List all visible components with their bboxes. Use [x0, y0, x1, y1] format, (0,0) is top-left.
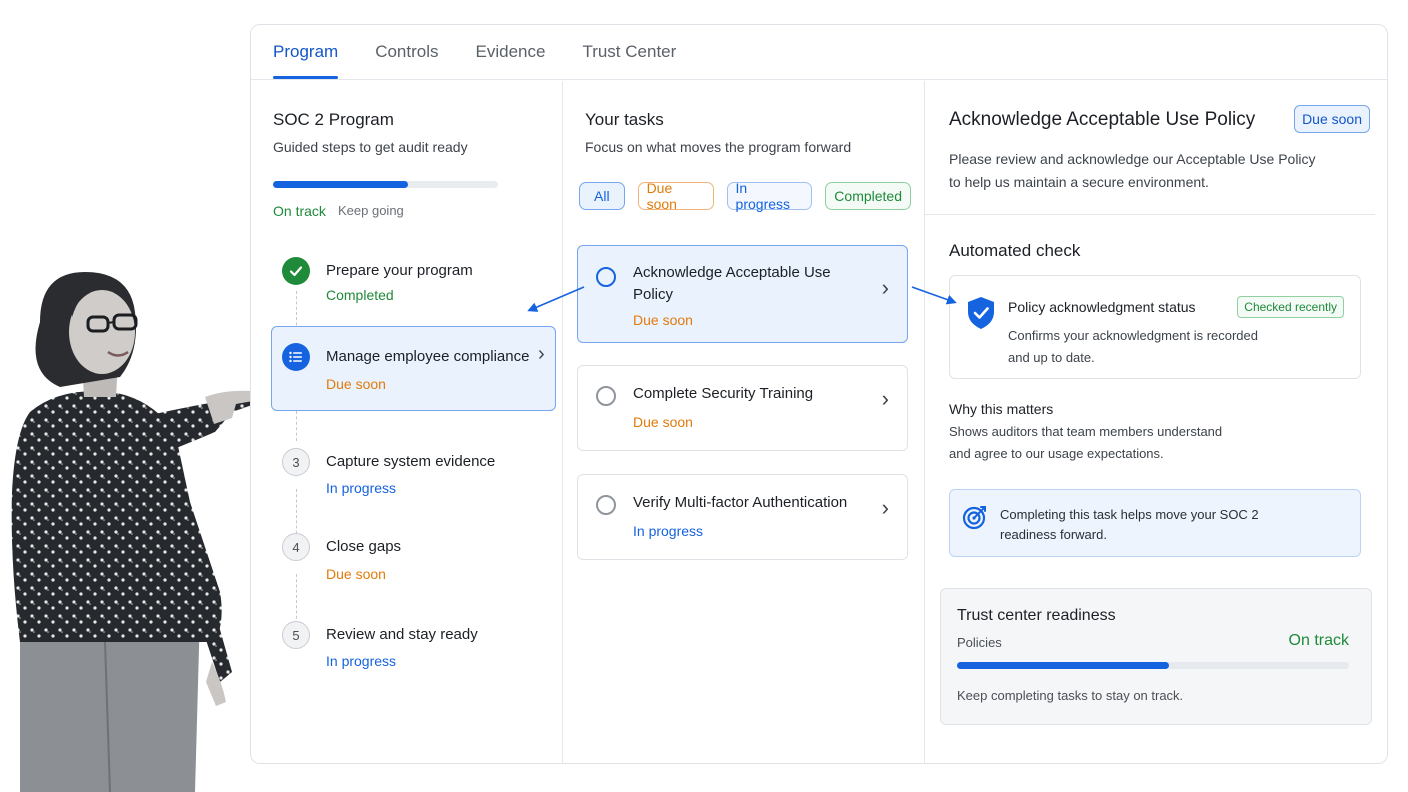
- check-description-line: and up to date.: [1008, 350, 1095, 365]
- why-line: Shows auditors that team members underst…: [949, 424, 1223, 439]
- step-status: Due soon: [326, 566, 386, 582]
- task-title: Verify Multi-factor Authentication: [633, 494, 848, 511]
- person-pointing-illustration: [11, 272, 264, 792]
- tasks-subtitle: Focus on what moves the program forward: [585, 139, 852, 155]
- due-soon-badge: Due soon: [1294, 105, 1370, 133]
- step-number: 5: [282, 621, 310, 649]
- program-column: SOC 2 Program Guided steps to get audit …: [251, 81, 563, 763]
- step-title: Close gaps: [326, 538, 402, 555]
- step-title: Manage employee compliance: [326, 348, 530, 365]
- step-title: Review and stay ready: [326, 626, 478, 643]
- check-icon: [282, 257, 310, 285]
- program-subtitle: Guided steps to get audit ready: [273, 139, 468, 155]
- why-heading: Why this matters: [949, 401, 1054, 417]
- automated-check-card: Policy acknowledgment status Checked rec…: [949, 275, 1361, 379]
- info-line: readiness forward.: [1000, 527, 1107, 542]
- program-status: On track: [273, 203, 326, 219]
- filter-all-chip[interactable]: All: [579, 182, 625, 210]
- filter-completed-chip[interactable]: Completed: [825, 182, 911, 210]
- task-card[interactable]: Complete Security Training Due soon ›: [577, 365, 908, 451]
- check-description-line: Confirms your acknowledgment is recorded: [1008, 328, 1258, 343]
- step-connector: [296, 411, 297, 441]
- tab-bar: Program Controls Evidence Trust Center: [251, 25, 1387, 80]
- trust-progress-fill: [957, 662, 1169, 669]
- task-card[interactable]: Verify Multi-factor Authentication In pr…: [577, 474, 908, 560]
- detail-description-line: to help us maintain a secure environment…: [949, 174, 1209, 190]
- task-card-selected[interactable]: Acknowledge Acceptable Use Policy Due so…: [577, 245, 908, 343]
- detail-column: Acknowledge Acceptable Use Policy Due so…: [925, 81, 1387, 763]
- trust-progress-bar: [957, 662, 1349, 669]
- automated-check-heading: Automated check: [949, 241, 1081, 260]
- trust-label: Policies: [957, 635, 1002, 650]
- step-status: In progress: [326, 653, 397, 669]
- list-icon: [282, 343, 310, 371]
- task-status: Due soon: [633, 414, 693, 430]
- trust-status: On track: [1288, 632, 1349, 649]
- target-icon: [962, 504, 988, 535]
- task-filters: All Due soon In progress Completed: [579, 180, 924, 212]
- filter-due-soon-chip[interactable]: Due soon: [637, 180, 714, 212]
- info-card: Completing this task helps move your SOC…: [949, 489, 1361, 557]
- step-connector: [296, 489, 297, 539]
- chevron-right-icon: ›: [538, 343, 545, 365]
- program-progress-fill: [273, 181, 408, 188]
- trust-title: Trust center readiness: [957, 607, 1116, 624]
- trust-readiness-card: Trust center readiness Policies On track…: [940, 588, 1372, 725]
- trust-note: Keep completing tasks to stay on track.: [957, 688, 1184, 703]
- detail-title: Acknowledge Acceptable Use Policy: [949, 109, 1256, 130]
- checked-recently-badge: Checked recently: [1237, 296, 1344, 318]
- detail-description-line: Please review and acknowledge our Accept…: [949, 151, 1316, 167]
- step-title: Capture system evidence: [326, 453, 496, 470]
- step-status: In progress: [326, 480, 397, 496]
- task-title: Complete Security Training: [633, 385, 814, 402]
- task-radio[interactable]: [596, 267, 616, 287]
- shield-check-icon: [966, 296, 996, 335]
- task-title: Acknowledge Acceptable Use Policy: [633, 264, 831, 303]
- tab-evidence[interactable]: Evidence: [476, 25, 546, 79]
- tab-trust-center[interactable]: Trust Center: [582, 25, 676, 79]
- why-line: and agree to our usage expectations.: [949, 446, 1164, 461]
- program-status-note: Keep going: [338, 203, 404, 218]
- program-title: SOC 2 Program: [273, 110, 394, 129]
- tab-program[interactable]: Program: [273, 25, 339, 79]
- chevron-right-icon: ›: [881, 275, 889, 300]
- app-window: Program Controls Evidence Trust Center S…: [250, 24, 1388, 764]
- filter-in-progress-chip[interactable]: In progress: [726, 180, 813, 212]
- divider: [925, 214, 1375, 215]
- tasks-column: Your tasks Focus on what moves the progr…: [563, 81, 925, 763]
- task-radio[interactable]: [596, 495, 616, 515]
- task-radio[interactable]: [596, 386, 616, 406]
- info-line: Completing this task helps move your SOC…: [1000, 507, 1259, 522]
- task-status: In progress: [633, 523, 704, 539]
- step-title: Prepare your program: [326, 262, 473, 279]
- step-connector: [296, 574, 297, 624]
- tab-controls[interactable]: Controls: [375, 25, 438, 79]
- program-progress-bar: [273, 181, 498, 188]
- step-status: Due soon: [326, 376, 386, 392]
- chevron-right-icon: ›: [881, 386, 889, 411]
- step-item-active[interactable]: [271, 326, 556, 411]
- tasks-title: Your tasks: [585, 110, 664, 129]
- step-status: Completed: [326, 287, 394, 303]
- task-status: Due soon: [633, 312, 693, 328]
- check-title: Policy acknowledgment status: [1008, 299, 1196, 315]
- chevron-right-icon: ›: [881, 495, 889, 520]
- step-number: 4: [282, 533, 310, 561]
- step-number: 3: [282, 448, 310, 476]
